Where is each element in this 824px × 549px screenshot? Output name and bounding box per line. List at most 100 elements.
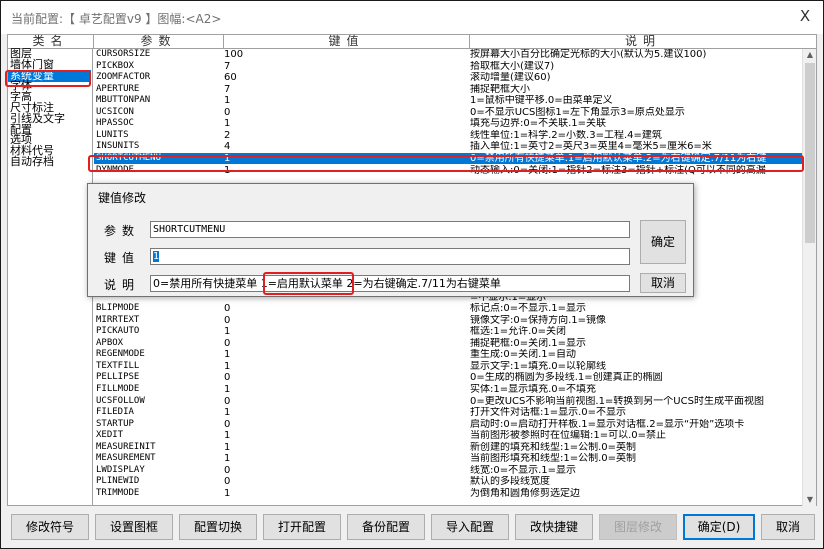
- param-cell: STARTUP: [96, 418, 134, 429]
- table-row[interactable]: UCSICON 0 0=不显示UCS图标1=左下角显示3=原点处显示: [94, 107, 802, 119]
- param-cell: TEXTFILL: [96, 360, 140, 371]
- table-row[interactable]: TRIMMODE 1 为倒角和圆角修剪选定边: [94, 488, 802, 500]
- value-cell: 1: [224, 360, 231, 372]
- table-row[interactable]: REGENMODE 1 重生成:0=关闭.1=自动: [94, 349, 802, 361]
- category-list: 图层 墙体门窗 系统变量 字体 字高 尺寸标注 引线及文字 配置 选项 材料代号 自动存档: [8, 48, 93, 506]
- dialog-title: 键值修改: [98, 191, 147, 205]
- set-frame-button[interactable]: 设置图框: [95, 514, 173, 540]
- dialog-param-label: 参数: [104, 224, 141, 238]
- table-row[interactable]: UCSFOLLOW 0 0=更改UCS不影响当前视图.1=转换到另一个UCS时生成平…: [94, 396, 802, 408]
- table-row[interactable]: STARTUP 0 启动时:0=启动打开样板.1=显示对话框.2=显示“开始”选项卡: [94, 419, 802, 431]
- desc-cell: 捕捉靶框大小: [470, 83, 530, 95]
- header-value: 键值: [224, 35, 470, 49]
- table-row[interactable]: FILEDIA 1 打开文件对话框:1=显示.0=不显示: [94, 407, 802, 419]
- value-cell: 0: [224, 395, 231, 407]
- table-row[interactable]: FILLMODE 1 实体:1=显示填充.0=不填充: [94, 384, 802, 396]
- value-cell: 1: [224, 383, 231, 395]
- table-row[interactable]: MEASUREINIT 1 新创建的填充和线型:1=公制.0=英制: [94, 442, 802, 454]
- value-cell: 0: [224, 337, 231, 349]
- layer-edit-button[interactable]: 图层修改: [599, 514, 677, 540]
- desc-cell: 插入单位:1=英寸2=英尺3=英里4=毫米5=厘米6=米: [470, 141, 712, 153]
- param-cell: LWDISPLAY: [96, 464, 145, 475]
- table-row[interactable]: HPASSOC 1 填充与边界:0=不关联.1=关联: [94, 118, 802, 130]
- param-cell: PELLIPSE: [96, 372, 140, 383]
- table-row[interactable]: APBOX 0 捕捉靶框:0=关闭.1=显示: [94, 338, 802, 350]
- table-row[interactable]: PELLIPSE 0 0=生成的椭圆为多段线.1=创建真正的椭圆: [94, 372, 802, 384]
- close-icon[interactable]: X: [797, 8, 813, 24]
- header-param: 参数: [94, 35, 224, 49]
- category-item[interactable]: 自动存档: [10, 156, 90, 167]
- table-row[interactable]: XEDIT 1 当前图形被参照时在位编辑:1=可以.0=禁止: [94, 430, 802, 442]
- param-cell: PICKAUTO: [96, 326, 140, 337]
- table-row[interactable]: PLINEWID 0 默认的多段线宽度: [94, 476, 802, 488]
- value-cell: 1: [224, 441, 231, 453]
- change-shortcut-button[interactable]: 改快捷键: [515, 514, 593, 540]
- scroll-down-icon[interactable]: ▼: [805, 495, 815, 505]
- desc-cell: 线宽:0=不显示.1=显示: [470, 464, 577, 476]
- import-config-button[interactable]: 导入配置: [431, 514, 509, 540]
- desc-part1: 0=禁用所有快捷菜单: [153, 277, 258, 290]
- param-cell: MEASUREINIT: [96, 441, 156, 452]
- dialog-cancel-button[interactable]: 取消: [640, 273, 686, 293]
- table-row[interactable]: MIRRTEXT 0 镜像文字:0=保持方向.1=镜像: [94, 315, 802, 327]
- category-highlight-box: [5, 70, 91, 87]
- table-row[interactable]: LWDISPLAY 0 线宽:0=不显示.1=显示: [94, 465, 802, 477]
- desc-cell: 线性单位:1=科学.2=小数.3=工程.4=建筑: [470, 129, 662, 141]
- value-cell: 1: [224, 349, 231, 361]
- desc-cell: 镜像文字:0=保持方向.1=镜像: [470, 314, 607, 326]
- desc-cell: 0=生成的椭圆为多段线.1=创建真正的椭圆: [470, 372, 663, 384]
- param-cell: INSUNITS: [96, 141, 140, 152]
- value-cell: 7: [224, 83, 231, 95]
- title-bar: 当前配置:【 卓艺配置v9 】图幅:<A2> X: [1, 1, 823, 34]
- desc-cell: 按屏幕大小百分比确定光标的大小(默认为5.建议100): [470, 49, 707, 60]
- desc-cell: 实体:1=显示填充.0=不填充: [470, 383, 597, 395]
- param-field[interactable]: SHORTCUTMENU: [150, 221, 630, 238]
- value-cell: 1: [224, 118, 231, 130]
- value-field[interactable]: 1: [150, 248, 630, 265]
- vertical-scrollbar[interactable]: ▲ ▼: [802, 49, 816, 506]
- description-field[interactable]: 0=禁用所有快捷菜单 1=启用默认菜单 2=为右键确定.7/11为右键菜单: [150, 275, 630, 292]
- param-cell: ZOOMFACTOR: [96, 72, 151, 83]
- table-row[interactable]: BLIPMODE 0 标记点:0=不显示.1=显示: [94, 303, 802, 315]
- table-row[interactable]: TEXTFILL 1 显示文字:1=填充.0=以轮廓线: [94, 361, 802, 373]
- ok-button[interactable]: 确定(D): [683, 514, 755, 540]
- switch-config-button[interactable]: 配置切换: [179, 514, 257, 540]
- value-cell: 0: [224, 106, 231, 118]
- table-row[interactable]: APERTURE 7 捕捉靶框大小: [94, 84, 802, 96]
- dialog-ok-button[interactable]: 确定: [640, 220, 686, 264]
- desc-part3: 2=为右键确定.7/11为右键菜单: [346, 277, 501, 290]
- value-cell: 0: [224, 372, 231, 384]
- edit-symbol-button[interactable]: 修改符号: [11, 514, 89, 540]
- open-config-button[interactable]: 打开配置: [263, 514, 341, 540]
- desc-cell: 标记点:0=不显示.1=显示: [470, 303, 587, 315]
- value-cell: 60: [224, 72, 237, 84]
- scroll-thumb[interactable]: [805, 63, 815, 243]
- param-cell: APBOX: [96, 337, 124, 348]
- desc-cell: 填充与边界:0=不关联.1=关联: [470, 118, 607, 130]
- bottom-button-bar: 修改符号 设置图框 配置切换 打开配置 备份配置 导入配置 改快捷键 图层修改 …: [1, 508, 823, 548]
- value-cell: 1: [224, 430, 231, 442]
- backup-config-button[interactable]: 备份配置: [347, 514, 425, 540]
- table-row[interactable]: MBUTTONPAN 1 1=鼠标中键平移.0=由菜单定义: [94, 95, 802, 107]
- param-cell: BLIPMODE: [96, 303, 140, 314]
- desc-cell: 捕捉靶框:0=关闭.1=显示: [470, 337, 587, 349]
- table-row[interactable]: CURSORSIZE 100 按屏幕大小百分比确定光标的大小(默认为5.建议100): [94, 49, 802, 61]
- desc-cell: 0=不显示UCS图标1=左下角显示3=原点处显示: [470, 106, 685, 118]
- param-cell: MEASUREMENT: [96, 453, 156, 464]
- value-cell: 2: [224, 129, 231, 141]
- scroll-up-icon[interactable]: ▲: [805, 50, 815, 60]
- value-cell: 1: [224, 95, 231, 107]
- desc-cell: 打开文件对话框:1=显示.0=不显示: [470, 407, 627, 419]
- table-row[interactable]: PICKAUTO 1 框选:1=允许.0=关闭: [94, 326, 802, 338]
- cancel-button[interactable]: 取消: [761, 514, 815, 540]
- table-row[interactable]: LUNITS 2 线性单位:1=科学.2=小数.3=工程.4=建筑: [94, 130, 802, 142]
- param-cell: APERTURE: [96, 83, 140, 94]
- table-row[interactable]: ZOOMFACTOR 60 滚动增量(建议60): [94, 72, 802, 84]
- desc-highlight-box: [263, 272, 354, 295]
- table-row[interactable]: PICKBOX 7 拾取框大小(建议7): [94, 61, 802, 73]
- value-cell: 0: [224, 418, 231, 430]
- table-row[interactable]: INSUNITS 4 插入单位:1=英寸2=英尺3=英里4=毫米5=厘米6=米: [94, 141, 802, 153]
- param-cell: FILLMODE: [96, 383, 140, 394]
- table-row[interactable]: MEASUREMENT 1 当前图形填充和线型:1=公制.0=英制: [94, 453, 802, 465]
- value-cell: 4: [224, 141, 231, 153]
